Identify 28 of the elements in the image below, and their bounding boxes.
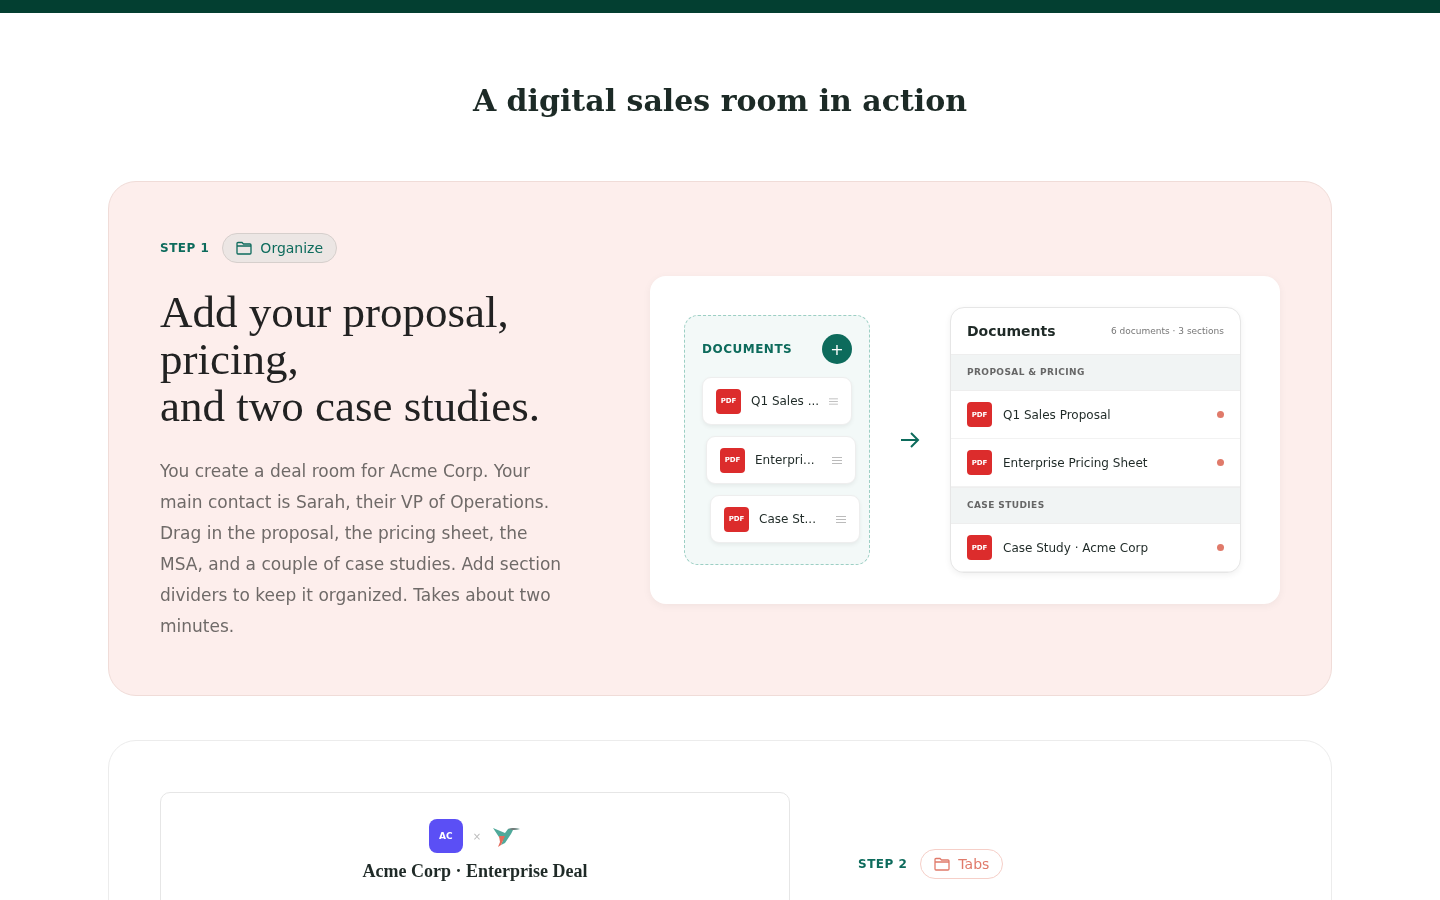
tag-label: Tabs bbox=[958, 856, 990, 872]
step-title: Add your proposal, pricing, and two case studies. bbox=[160, 289, 541, 430]
upload-title: DOCUMENTS bbox=[702, 342, 793, 356]
folder-icon bbox=[934, 857, 951, 871]
document-name: Case Study · Acme Corp bbox=[1003, 540, 1150, 555]
file-name: Enterpri... bbox=[755, 453, 816, 467]
step-description: You create a deal room for Acme Corp. Your main contact is Sarah, their VP of Operations. Drag in the proposal, the pricing sheet, the MSA, and a couple of case studies. Add section dividers to keep it organized. Takes about two minutes. bbox=[160, 460, 563, 638]
add-button[interactable]: + bbox=[822, 334, 852, 364]
separator: × bbox=[472, 830, 482, 842]
page-heading: A digital sales room in action bbox=[471, 82, 969, 120]
folder-icon bbox=[236, 241, 253, 255]
file-name: Q1 Sales ... bbox=[751, 394, 820, 408]
list-title: Documents bbox=[967, 323, 1056, 339]
company-avatar: AC bbox=[428, 819, 463, 853]
list-meta: 6 documents · 3 sections bbox=[1111, 326, 1224, 336]
drag-handle-icon[interactable] bbox=[836, 515, 846, 523]
arrow-icon bbox=[900, 432, 920, 448]
drag-handle-icon[interactable] bbox=[832, 456, 842, 464]
file-name: Case St... bbox=[759, 512, 817, 526]
section-header: CASE STUDIES bbox=[951, 487, 1240, 524]
drag-handle-icon[interactable] bbox=[829, 397, 838, 405]
deal-title: Acme Corp · Enterprise Deal bbox=[362, 861, 588, 881]
step-label: STEP 2 bbox=[858, 857, 908, 871]
document-name: Q1 Sales Proposal bbox=[1003, 407, 1112, 422]
section-header: PROPOSAL & PRICING bbox=[951, 354, 1240, 391]
document-name: Enterprise Pricing Sheet bbox=[1003, 455, 1149, 470]
tag-label: Organize bbox=[260, 240, 324, 256]
step-label: STEP 1 bbox=[160, 241, 210, 255]
